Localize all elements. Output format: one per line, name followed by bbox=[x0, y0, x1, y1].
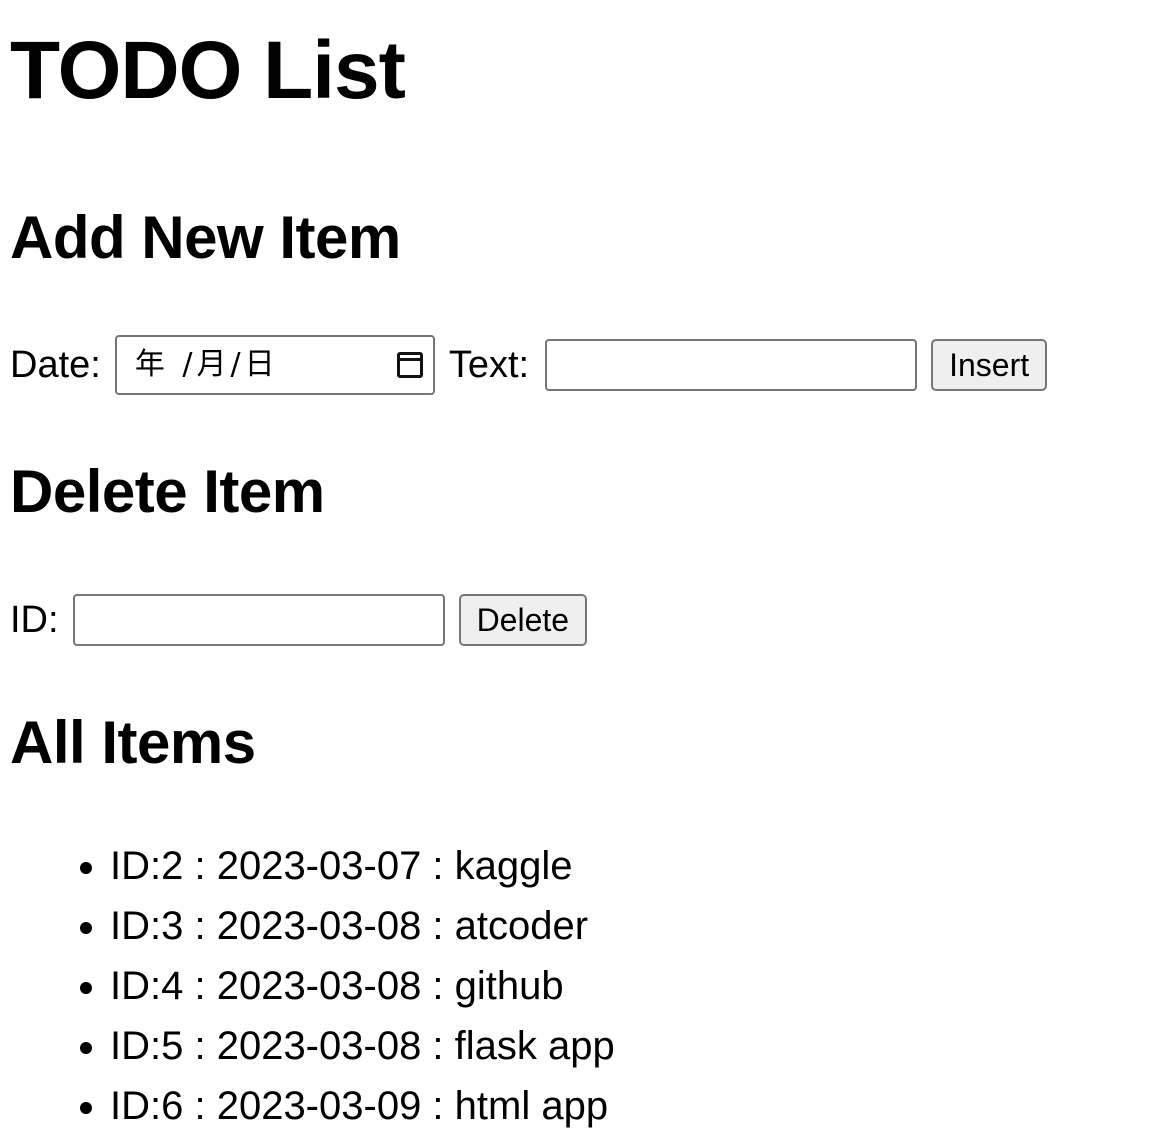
id-input[interactable] bbox=[72, 594, 445, 646]
id-label: ID: bbox=[10, 599, 59, 641]
text-input[interactable] bbox=[545, 339, 918, 391]
list-item: ID:6 : 2023-03-09 : html app bbox=[110, 1076, 615, 1136]
delete-item-form: ID: Delete bbox=[10, 593, 588, 647]
calendar-icon[interactable] bbox=[396, 352, 423, 378]
list-item: ID:3 : 2023-03-08 : atcoder bbox=[110, 896, 615, 956]
all-items-heading: All Items bbox=[10, 709, 256, 776]
date-placeholder: 年 /月/日 bbox=[134, 347, 279, 382]
list-item: ID:2 : 2023-03-07 : kaggle bbox=[110, 836, 615, 896]
date-input[interactable]: 年 /月/日 bbox=[114, 335, 435, 395]
page-title: TODO List bbox=[10, 25, 406, 116]
items-list: ID:2 : 2023-03-07 : kaggle ID:3 : 2023-0… bbox=[10, 836, 615, 1136]
add-item-form: Date: 年 /月/日 Text: Insert bbox=[10, 335, 1048, 395]
date-label: Date: bbox=[10, 344, 101, 386]
text-label: Text: bbox=[448, 344, 530, 386]
delete-item-heading: Delete Item bbox=[10, 458, 325, 525]
add-item-heading: Add New Item bbox=[10, 204, 401, 271]
list-item: ID:5 : 2023-03-08 : flask app bbox=[110, 1016, 615, 1076]
insert-button[interactable]: Insert bbox=[931, 339, 1048, 391]
delete-button[interactable]: Delete bbox=[458, 594, 588, 646]
list-item: ID:4 : 2023-03-08 : github bbox=[110, 956, 615, 1016]
